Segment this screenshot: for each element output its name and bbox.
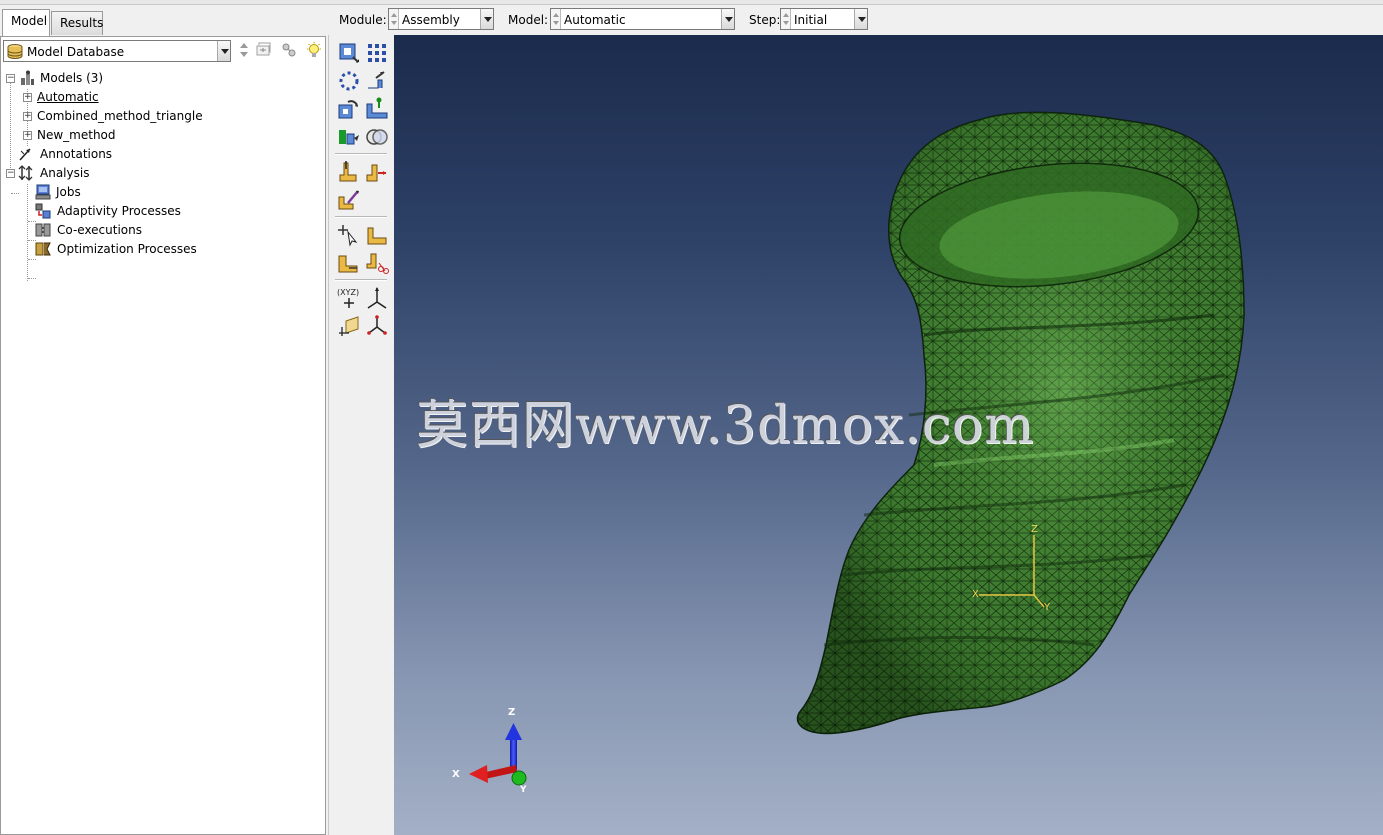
model-select[interactable]: Automatic <box>550 8 735 30</box>
coincident-point-icon[interactable] <box>364 222 390 248</box>
parallel-face-icon[interactable] <box>336 159 362 185</box>
triad-y-axis <box>511 770 527 786</box>
select-query-icon[interactable] <box>336 222 362 248</box>
lightbulb-icon[interactable] <box>305 42 323 60</box>
graphics-viewport[interactable]: Z X Y Z X Y 莫西网www.3dmox.com <box>394 35 1383 835</box>
tab-model[interactable]: Model <box>2 9 50 36</box>
database-icon <box>7 44 23 59</box>
tree-node-label: Analysis <box>40 166 90 180</box>
model-label: Model: <box>508 13 549 27</box>
csys-y-label: Y <box>1043 602 1051 613</box>
step-label: Step: <box>749 13 781 27</box>
tree-node-label: New_method <box>37 128 116 142</box>
toolbox-separator <box>335 153 387 155</box>
jobs-icon <box>35 184 51 200</box>
datum-csys-icon[interactable] <box>364 313 390 339</box>
datum-point-icon[interactable]: (XYZ) <box>336 285 362 311</box>
convert-constraint-icon[interactable] <box>336 124 362 150</box>
tab-results[interactable]: Results <box>51 11 103 35</box>
tree-node-label: Automatic <box>37 90 99 104</box>
instance-part-icon[interactable] <box>336 39 362 65</box>
parallel-edge-icon[interactable] <box>336 250 362 276</box>
radial-pattern-icon[interactable] <box>336 68 362 94</box>
triad-z-arrowhead <box>505 723 522 740</box>
linear-pattern-icon[interactable] <box>364 39 390 65</box>
triad-z-label: Z <box>508 707 515 718</box>
spinner-icon[interactable] <box>551 9 561 29</box>
tree-node-label: Jobs <box>56 185 81 199</box>
module-label: Module: <box>339 13 387 27</box>
step-select[interactable]: Initial <box>780 8 868 30</box>
adaptivity-icon <box>35 203 51 219</box>
expand-icon[interactable]: + <box>23 93 32 102</box>
model-tree-panel: Model Results Model Database − Models (3… <box>0 5 328 835</box>
tree-connector <box>10 79 11 174</box>
edge-to-edge-icon[interactable] <box>336 187 362 213</box>
database-select-value: Model Database <box>27 45 125 59</box>
optimization-icon <box>35 242 51 256</box>
tree-node-label: Models (3) <box>40 71 104 85</box>
model-select-value: Automatic <box>564 13 626 27</box>
expand-icon[interactable]: + <box>23 131 32 140</box>
chevron-down-icon[interactable] <box>480 9 493 29</box>
chevron-down-icon[interactable] <box>721 9 734 29</box>
tree-node-label: Co-executions <box>57 223 143 237</box>
rotate-instance-icon[interactable] <box>336 96 362 122</box>
tree-node-label: Combined_method_triangle <box>37 109 203 123</box>
models-icon <box>21 70 34 85</box>
toolbox-separator <box>335 216 387 218</box>
triad-x-label: X <box>452 769 460 780</box>
translate-to-icon[interactable] <box>364 96 390 122</box>
toolbox-separator <box>335 279 387 281</box>
watermark-text: 莫西网www.3dmox.com <box>416 396 1035 456</box>
tree-node-label: Annotations <box>40 147 113 161</box>
tree-node-label: Adaptivity Processes <box>57 204 181 218</box>
collapse-icon[interactable]: − <box>6 169 15 178</box>
collapse-tree-icon[interactable] <box>255 42 273 60</box>
datum-plane-icon[interactable] <box>336 313 362 339</box>
step-select-value: Initial <box>794 13 828 27</box>
csys-z-label: Z <box>1031 524 1038 535</box>
tree-node-label: Optimization Processes <box>57 242 197 256</box>
analysis-icon <box>18 165 33 181</box>
collapse-icon[interactable]: − <box>6 74 15 83</box>
chevron-down-icon[interactable] <box>217 41 230 61</box>
datum-axis-icon[interactable] <box>364 285 390 311</box>
module-select[interactable]: Assembly <box>388 8 494 30</box>
model-tree-container: Model Database − Models (3) + Automatic … <box>0 36 326 835</box>
database-bar: Model Database <box>3 40 323 62</box>
spinner-icon[interactable] <box>781 9 791 29</box>
module-select-value: Assembly <box>402 13 460 27</box>
face-to-face-icon[interactable] <box>364 159 390 185</box>
translate-instance-icon[interactable] <box>364 68 390 94</box>
annotation-icon <box>19 148 31 161</box>
context-toolbar: Module: Assembly Model: Automatic Step: … <box>332 5 1383 35</box>
triad-x-arrowhead <box>469 765 488 783</box>
view-triad: Z X Y <box>452 707 527 795</box>
svg-text:(XYZ): (XYZ) <box>337 288 359 297</box>
move-up-down-icon[interactable] <box>235 42 253 60</box>
panel-tabs: Model Results <box>0 9 328 36</box>
csys-x-label: X <box>972 589 979 600</box>
csys-face-icon[interactable] <box>364 250 390 276</box>
triad-y-label: Y <box>519 785 527 795</box>
merge-cut-icon[interactable] <box>364 124 390 150</box>
tree-connector <box>28 278 36 279</box>
tree-connector <box>27 184 28 281</box>
tree-connector <box>11 193 19 194</box>
database-select[interactable]: Model Database <box>3 40 231 62</box>
co-execution-icon <box>35 223 51 237</box>
expand-icon[interactable]: + <box>23 112 32 121</box>
chevron-down-icon[interactable] <box>854 9 867 29</box>
assembly-toolbox: (XYZ) <box>328 35 394 835</box>
filter-tree-icon[interactable] <box>280 42 298 60</box>
spinner-icon[interactable] <box>389 9 399 29</box>
tree-connector <box>28 259 36 260</box>
